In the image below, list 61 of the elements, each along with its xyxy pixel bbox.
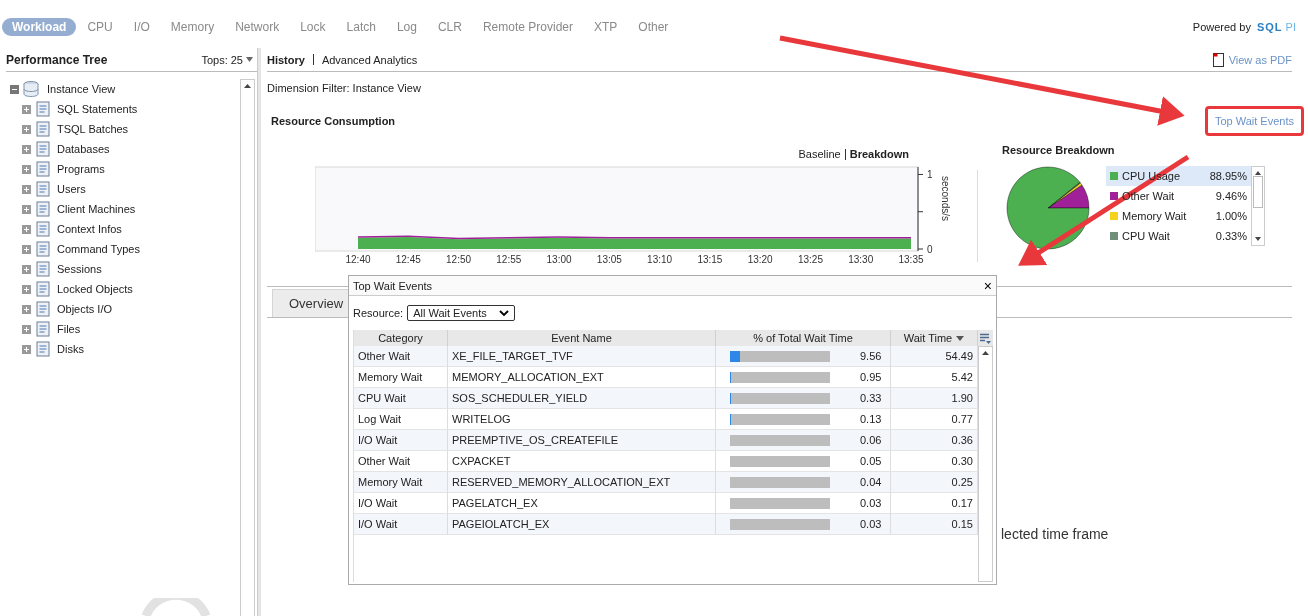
table-cell: Memory Wait <box>354 367 448 388</box>
table-cell: PAGEIOLATCH_EX <box>448 514 716 535</box>
section-title: Resource Breakdown <box>1002 144 1116 158</box>
powered-by-label: Powered by <box>1192 21 1251 33</box>
table-cell: I/O Wait <box>354 430 448 451</box>
table-cell: 5.42 <box>891 367 978 388</box>
x-tick-label: 13:05 <box>596 254 622 265</box>
table-cell: PAGELATCH_EX <box>448 493 716 514</box>
table-cell: 0.15 <box>891 514 978 535</box>
y-tick-label: 0 <box>927 244 933 255</box>
percent-value: 0.95 <box>860 371 882 383</box>
table-cell: 1.90 <box>891 388 978 409</box>
table-cell: WRITELOG <box>448 409 716 430</box>
x-tick-label: 13:35 <box>898 254 924 265</box>
dimension-filter-text: Dimension Filter: Instance View <box>267 81 422 96</box>
product-logo: SQL PI <box>1256 21 1296 33</box>
panel-title: Performance Tree <box>6 52 108 67</box>
table-cell: XE_FILE_TARGET_TVF <box>448 346 716 367</box>
table-cell: 54.49 <box>891 346 978 367</box>
percent-value: 0.33 <box>860 392 882 404</box>
x-tick-label: 12:40 <box>345 254 371 265</box>
table-cell: 0.77 <box>891 409 978 430</box>
percent-value: 9.56 <box>860 350 882 362</box>
table-cell: 0.30 <box>891 451 978 472</box>
table-cell: 0.17 <box>891 493 978 514</box>
x-tick-label: 13:15 <box>697 254 723 265</box>
percent-value: 0.04 <box>860 476 882 488</box>
table-cell: PREEMPTIVE_OS_CREATEFILE <box>448 430 716 451</box>
percent-value: 0.03 <box>860 518 882 530</box>
legend-label: Memory Wait <box>1122 210 1188 222</box>
percent-value: 0.06 <box>860 434 882 446</box>
table-cell: CPU Wait <box>354 388 448 409</box>
table-cell: CXPACKET <box>448 451 716 472</box>
table-cell: 0.36 <box>891 430 978 451</box>
x-tick-label: 13:00 <box>546 254 572 265</box>
table-cell: Other Wait <box>354 346 448 367</box>
table-cell: Other Wait <box>354 451 448 472</box>
table-cell: Memory Wait <box>354 472 448 493</box>
x-tick-label: 13:20 <box>747 254 773 265</box>
y-tick-label: 1 <box>927 169 933 181</box>
percent-value: 0.05 <box>860 455 882 467</box>
message-text: lected time frame <box>1001 526 1109 542</box>
percent-value: 0.03 <box>860 497 882 509</box>
x-tick-label: 12:55 <box>496 254 522 265</box>
dialog-title: Top Wait Events <box>353 279 433 292</box>
table-cell: MEMORY_ALLOCATION_EXT <box>448 367 716 388</box>
percent-value: 0.13 <box>860 413 882 425</box>
y-axis-label: seconds/s <box>940 176 951 222</box>
table-cell: I/O Wait <box>354 493 448 514</box>
x-tick-label: 13:30 <box>848 254 874 265</box>
legend-label: CPU Wait <box>1122 230 1171 242</box>
table-cell: Log Wait <box>354 409 448 430</box>
x-tick-label: 12:45 <box>395 254 421 265</box>
x-tick-label: 12:50 <box>446 254 472 265</box>
x-tick-label: 13:25 <box>797 254 823 265</box>
table-cell: SOS_SCHEDULER_YIELD <box>448 388 716 409</box>
x-tick-label: 13:10 <box>647 254 673 265</box>
table-cell: RESERVED_MEMORY_ALLOCATION_EXT <box>448 472 716 493</box>
table-cell: 0.25 <box>891 472 978 493</box>
table-cell: I/O Wait <box>354 514 448 535</box>
section-title: Resource Consumption <box>271 115 396 127</box>
